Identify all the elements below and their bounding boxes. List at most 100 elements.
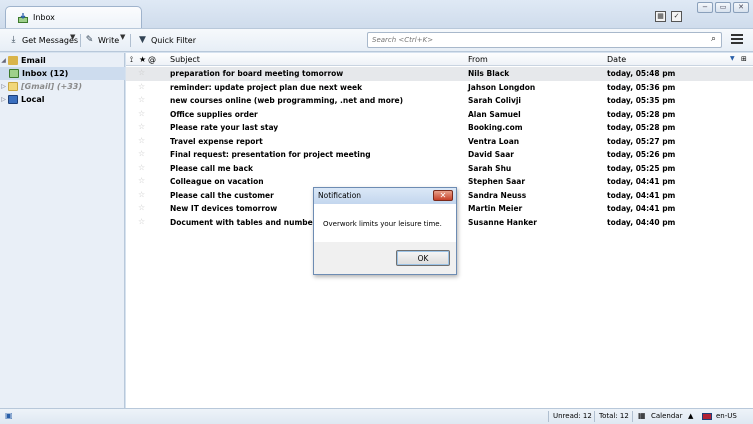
star-icon[interactable]: ☆ <box>138 176 145 185</box>
message-from: Stephen Saar <box>468 177 526 186</box>
expand-icon[interactable]: ▷ <box>0 83 7 90</box>
expand-icon[interactable]: ▷ <box>0 96 7 103</box>
get-messages-button[interactable]: ⤓ Get Messages <box>8 33 79 48</box>
column-date[interactable]: Date <box>607 55 626 64</box>
message-from: Sarah Colivji <box>468 96 522 105</box>
dialog-close-button[interactable]: ✕ <box>433 190 453 201</box>
dialog-title-bar: Notification ✕ <box>314 188 456 204</box>
app-menu-button[interactable] <box>731 34 743 44</box>
unread-count: Unread: 12 <box>553 412 592 420</box>
activity-icon[interactable]: ▣ <box>5 411 13 420</box>
attachment-column-icon[interactable]: @ <box>148 55 156 64</box>
notification-dialog: Notification ✕ Overwork limits your leis… <box>313 187 457 275</box>
message-date: today, 04:40 pm <box>607 217 676 227</box>
message-from: Susanne Hanker <box>468 217 537 227</box>
quick-filter-button[interactable]: ▼ Quick Filter <box>137 33 196 48</box>
minimize-button[interactable]: − <box>697 2 713 13</box>
language-indicator[interactable]: en-US <box>716 412 737 420</box>
star-icon[interactable]: ☆ <box>138 68 145 77</box>
message-from: Booking.com <box>468 123 523 132</box>
calendar-toggle[interactable]: Calendar <box>651 412 682 420</box>
message-subject: Office supplies order <box>170 109 258 119</box>
folder-local[interactable]: ▷ Local <box>0 93 125 106</box>
folder-label: Local <box>21 95 45 104</box>
message-date: today, 04:41 pm <box>607 177 676 186</box>
tasks-icon[interactable]: ✓ <box>671 11 682 22</box>
star-icon[interactable]: ☆ <box>138 122 145 131</box>
status-bar: ▣ Unread: 12 Total: 12 ▦ Calendar ▲ en-U… <box>0 408 753 424</box>
get-messages-dropdown[interactable]: ▼ <box>70 33 75 41</box>
collapse-icon[interactable]: ◢ <box>0 57 7 64</box>
message-subject: Final request: presentation for project … <box>170 150 371 159</box>
toolbar-separator <box>130 34 131 47</box>
folder-gmail[interactable]: ▷ [Gmail] (+33) <box>0 80 125 93</box>
message-subject: Travel expense report <box>170 136 263 146</box>
message-subject: Document with tables and numbers <box>170 217 321 227</box>
main-toolbar: ⤓ Get Messages ▼ ✎ Write ▼ ▼ Quick Filte… <box>0 28 753 52</box>
star-column-icon[interactable]: ★ <box>139 55 146 64</box>
quick-filter-label: Quick Filter <box>151 36 196 45</box>
star-icon[interactable]: ☆ <box>138 190 145 199</box>
column-subject[interactable]: Subject <box>170 55 200 64</box>
message-from: Sandra Neuss <box>468 190 527 200</box>
thread-column-icon[interactable]: ⟟ <box>130 55 133 65</box>
table-row[interactable]: ☆ reminder: update project plan due next … <box>126 81 753 95</box>
write-button[interactable]: ✎ Write <box>84 33 119 48</box>
close-window-button[interactable]: ✕ <box>733 2 749 13</box>
folder-inbox[interactable]: Inbox (12) <box>0 67 125 80</box>
pencil-icon: ✎ <box>85 35 94 45</box>
table-row[interactable]: ☆ Please call me back Sarah Shu today, 05:2… <box>126 162 753 176</box>
message-subject: New IT devices tomorrow <box>170 204 278 213</box>
events-icon[interactable]: ▦ <box>655 11 666 22</box>
close-icon: ✕ <box>439 191 447 200</box>
chevron-up-icon[interactable]: ▲ <box>688 412 693 420</box>
tab-label: Inbox <box>33 13 55 22</box>
sort-icon[interactable]: ▼ <box>730 55 735 62</box>
message-from: Alan Samuel <box>468 109 521 119</box>
message-subject: Please call the customer <box>170 190 274 200</box>
tab-inbox[interactable]: Inbox <box>5 6 142 28</box>
ok-button[interactable]: OK <box>396 250 450 266</box>
search-box[interactable]: ⌕ <box>367 32 722 48</box>
message-date: today, 05:28 pm <box>607 109 676 119</box>
message-from: Sarah Shu <box>468 163 512 173</box>
write-dropdown[interactable]: ▼ <box>120 33 125 41</box>
maximize-button[interactable]: ▭ <box>715 2 731 13</box>
message-date: today, 05:25 pm <box>607 163 676 173</box>
message-from: David Saar <box>468 150 514 159</box>
search-icon[interactable]: ⌕ <box>711 34 716 44</box>
column-header: ⟟ ★ @ Subject From Date ▼ ⊞ <box>126 53 753 66</box>
folder-pane: ◢ Email Inbox (12) ▷ [Gmail] (+33) ▷ Loc… <box>0 53 125 408</box>
folder-email[interactable]: ◢ Email <box>0 54 125 67</box>
folder-label: [Gmail] (+33) <box>21 82 83 91</box>
email-account-icon <box>8 56 18 65</box>
message-subject: new courses online (web programming, .ne… <box>170 96 404 105</box>
star-icon[interactable]: ☆ <box>138 217 145 226</box>
table-row[interactable]: ☆ Travel expense report Ventra Loan today, … <box>126 135 753 149</box>
column-picker-icon[interactable]: ⊞ <box>741 55 747 63</box>
table-row[interactable]: ☆ Final request: presentation for project… <box>126 148 753 162</box>
search-input[interactable] <box>372 33 692 47</box>
table-row[interactable]: ☆ new courses online (web programming, .n… <box>126 94 753 108</box>
message-date: today, 05:27 pm <box>607 136 676 146</box>
star-icon[interactable]: ☆ <box>138 109 145 118</box>
table-row[interactable]: ☆ Please rate your last stay Booking.com to… <box>126 121 753 135</box>
star-icon[interactable]: ☆ <box>138 163 145 172</box>
star-icon[interactable]: ☆ <box>138 82 145 91</box>
star-icon[interactable]: ☆ <box>138 136 145 145</box>
folder-label: Email <box>21 56 46 65</box>
star-icon[interactable]: ☆ <box>138 149 145 158</box>
calendar-icon[interactable]: ▦ <box>638 411 646 420</box>
column-from[interactable]: From <box>468 55 488 64</box>
title-bar: Inbox ▦ ✓ − ▭ ✕ <box>0 0 753 28</box>
table-row[interactable]: ☆ preparation for board meeting tomorrow N… <box>126 67 753 81</box>
folder-icon <box>8 82 18 91</box>
total-count: Total: 12 <box>599 412 629 420</box>
message-date: today, 05:26 pm <box>607 150 676 159</box>
star-icon[interactable]: ☆ <box>138 95 145 104</box>
table-row[interactable]: ☆ Office supplies order Alan Samuel today, … <box>126 108 753 122</box>
star-icon[interactable]: ☆ <box>138 203 145 212</box>
message-subject: preparation for board meeting tomorrow <box>170 69 344 78</box>
message-from: Ventra Loan <box>468 136 520 146</box>
write-label: Write <box>98 36 120 45</box>
